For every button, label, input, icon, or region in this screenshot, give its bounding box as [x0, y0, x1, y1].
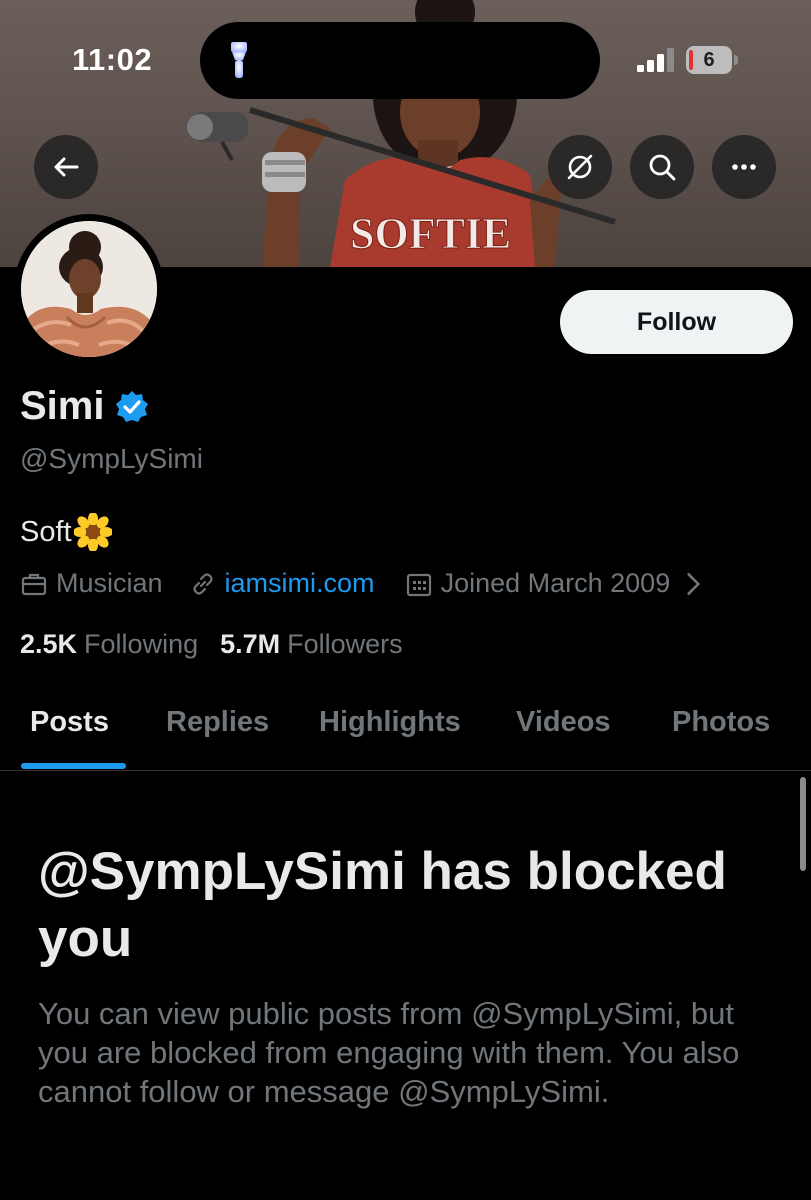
website-link[interactable]: iamsimi.com — [225, 568, 375, 599]
tabs-divider — [0, 770, 811, 771]
category-item: Musician — [20, 568, 163, 599]
follow-counts: 2.5K Following 5.7M Followers — [20, 629, 403, 660]
joined-item[interactable]: Joined March 2009 — [405, 568, 717, 599]
flashlight-icon — [231, 42, 247, 78]
tab-videos[interactable]: Videos — [516, 706, 611, 739]
profile-tabs: Posts Replies Highlights Videos Photos — [0, 680, 811, 771]
back-button[interactable] — [34, 135, 98, 199]
search-icon — [649, 154, 676, 181]
followers-count: 5.7M — [220, 629, 281, 659]
link-icon — [192, 572, 213, 595]
more-icon — [732, 164, 756, 170]
search-button[interactable] — [630, 135, 694, 199]
eye-slash-icon — [567, 154, 593, 180]
avatar-ring[interactable] — [14, 214, 164, 364]
category-label: Musician — [56, 568, 163, 598]
blocked-description: You can view public posts from @SympLySi… — [38, 996, 740, 1109]
active-tab-indicator — [21, 763, 126, 769]
hide-button[interactable] — [548, 135, 612, 199]
arrow-left-icon — [54, 157, 79, 177]
battery-indicator: 6 — [686, 46, 738, 74]
cellular-signal-icon — [637, 48, 674, 72]
scrollbar[interactable] — [800, 777, 806, 871]
following-link[interactable]: 2.5K Following — [20, 629, 198, 660]
avatar-image — [21, 221, 157, 357]
profile-bio: Soft — [20, 513, 112, 551]
chevron-right-icon — [687, 572, 701, 595]
briefcase-icon — [21, 573, 47, 595]
display-name: Simi — [20, 384, 105, 428]
following-label: Following — [84, 629, 199, 659]
status-time: 11:02 — [72, 42, 153, 77]
following-count: 2.5K — [20, 629, 78, 659]
verified-badge-icon[interactable] — [114, 389, 150, 425]
tab-replies[interactable]: Replies — [166, 706, 269, 739]
shirt-text: SOFTIE — [350, 209, 511, 258]
calendar-icon — [406, 573, 431, 596]
name-row: Simi — [20, 384, 150, 429]
sunflower-icon — [73, 513, 112, 551]
bio-text: Soft — [20, 515, 72, 548]
avatar — [21, 221, 157, 357]
tab-photos[interactable]: Photos — [672, 706, 770, 739]
tab-posts[interactable]: Posts — [30, 706, 109, 739]
more-button[interactable] — [712, 135, 776, 199]
tab-highlights[interactable]: Highlights — [319, 706, 461, 739]
followers-label: Followers — [287, 629, 403, 659]
follow-button[interactable]: Follow — [560, 290, 793, 354]
followers-link[interactable]: 5.7M Followers — [220, 629, 403, 660]
blocked-title: @SympLySimi has blocked you — [38, 842, 727, 968]
website-item[interactable]: iamsimi.com — [189, 568, 375, 599]
joined-label: Joined March 2009 — [440, 568, 671, 598]
profile-meta: Musician iamsimi.com Joined March 2009 — [20, 568, 716, 599]
dynamic-island — [200, 22, 600, 99]
profile-handle: @SympLySimi — [20, 443, 203, 474]
